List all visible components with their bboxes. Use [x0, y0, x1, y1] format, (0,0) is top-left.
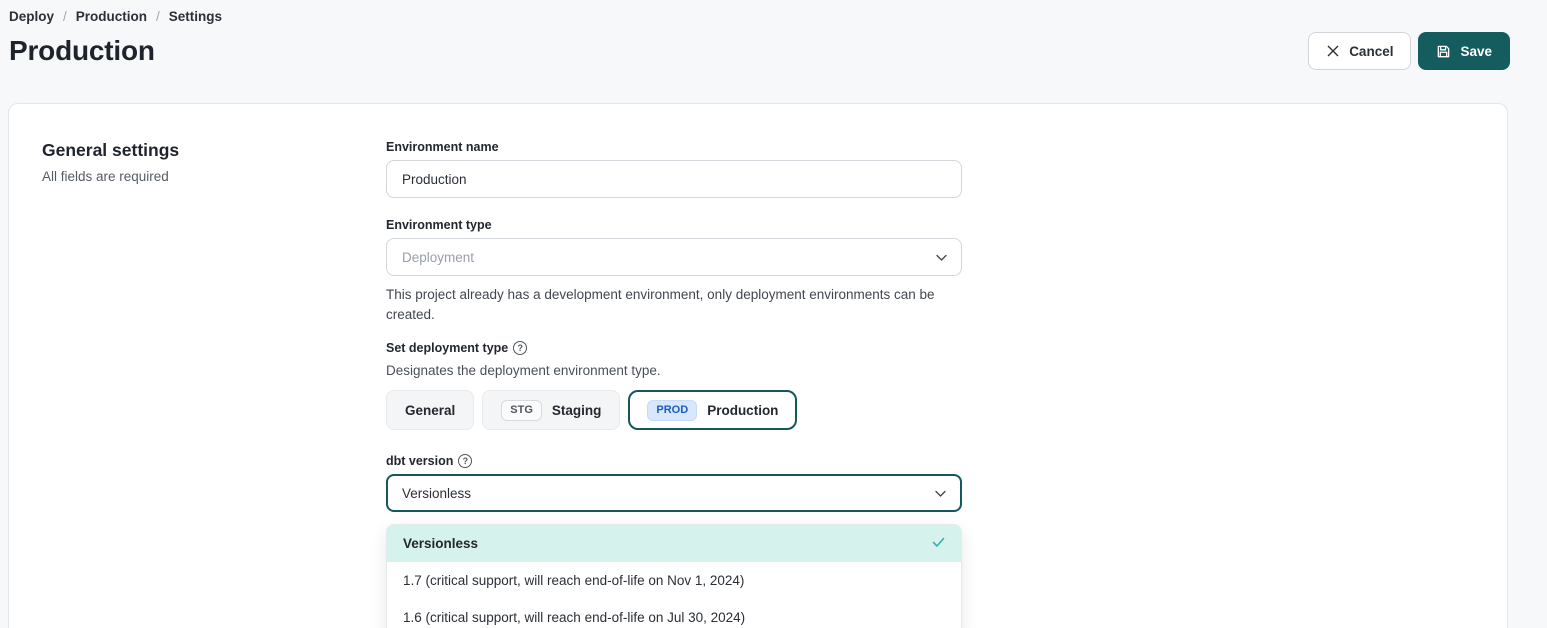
close-icon: [1326, 44, 1340, 58]
section-subtitle: All fields are required: [42, 169, 386, 184]
chevron-down-icon: [935, 486, 946, 501]
environment-type-label: Environment type: [386, 218, 962, 232]
breadcrumb-deploy[interactable]: Deploy: [9, 9, 54, 24]
question-circle-icon[interactable]: ?: [513, 341, 527, 355]
section-title: General settings: [42, 140, 386, 161]
settings-form: Environment name Environment type Deploy…: [386, 140, 962, 628]
staging-badge: STG: [501, 400, 542, 421]
check-icon: [932, 536, 945, 551]
page-header: Deploy / Production / Settings Productio…: [0, 0, 1547, 70]
dropdown-option-1-7[interactable]: 1.7 (critical support, will reach end-of…: [387, 562, 961, 599]
breadcrumb-separator: /: [156, 9, 160, 24]
deployment-type-label-text: Set deployment type: [386, 341, 508, 355]
dropdown-option-versionless[interactable]: Versionless: [387, 525, 961, 562]
section-intro: General settings All fields are required: [42, 140, 386, 628]
deployment-type-label: Set deployment type ?: [386, 341, 962, 355]
chevron-down-icon: [936, 250, 947, 265]
option-label: 1.7 (critical support, will reach end-of…: [403, 573, 744, 588]
dbt-version-value: Versionless: [402, 486, 471, 501]
save-button[interactable]: Save: [1418, 32, 1510, 70]
page-title: Production: [9, 35, 155, 67]
production-label: Production: [707, 403, 778, 418]
save-icon: [1436, 44, 1451, 59]
save-label: Save: [1460, 44, 1492, 59]
deployment-type-general-button[interactable]: General: [386, 390, 474, 430]
dbt-version-select[interactable]: Versionless: [386, 474, 962, 512]
dbt-version-label-text: dbt version: [386, 454, 453, 468]
deployment-type-production-button[interactable]: PROD Production: [628, 390, 797, 430]
production-badge: PROD: [647, 400, 697, 421]
option-label: Versionless: [403, 536, 478, 551]
header-actions: Cancel Save: [1308, 32, 1510, 70]
dropdown-option-1-6[interactable]: 1.6 (critical support, will reach end-of…: [387, 599, 961, 628]
settings-card: General settings All fields are required…: [8, 103, 1508, 628]
general-label: General: [405, 403, 455, 418]
deployment-type-description: Designates the deployment environment ty…: [386, 361, 962, 381]
staging-label: Staging: [552, 403, 602, 418]
question-circle-icon[interactable]: ?: [458, 454, 472, 468]
cancel-label: Cancel: [1349, 44, 1393, 59]
breadcrumb: Deploy / Production / Settings: [9, 9, 1510, 24]
breadcrumb-production[interactable]: Production: [76, 9, 147, 24]
deployment-type-options: General STG Staging PROD Production: [386, 390, 962, 430]
environment-type-value: Deployment: [402, 250, 474, 265]
environment-name-input[interactable]: [386, 160, 962, 198]
environment-name-label: Environment name: [386, 140, 962, 154]
deployment-type-staging-button[interactable]: STG Staging: [482, 390, 620, 430]
environment-type-select[interactable]: Deployment: [386, 238, 962, 276]
dbt-version-label: dbt version ?: [386, 454, 962, 468]
breadcrumb-settings[interactable]: Settings: [169, 9, 222, 24]
environment-type-helper: This project already has a development e…: [386, 285, 962, 325]
dbt-version-dropdown-menu: Versionless 1.7 (critical support, will …: [386, 524, 962, 628]
cancel-button[interactable]: Cancel: [1308, 32, 1411, 70]
option-label: 1.6 (critical support, will reach end-of…: [403, 610, 745, 625]
breadcrumb-separator: /: [63, 9, 67, 24]
